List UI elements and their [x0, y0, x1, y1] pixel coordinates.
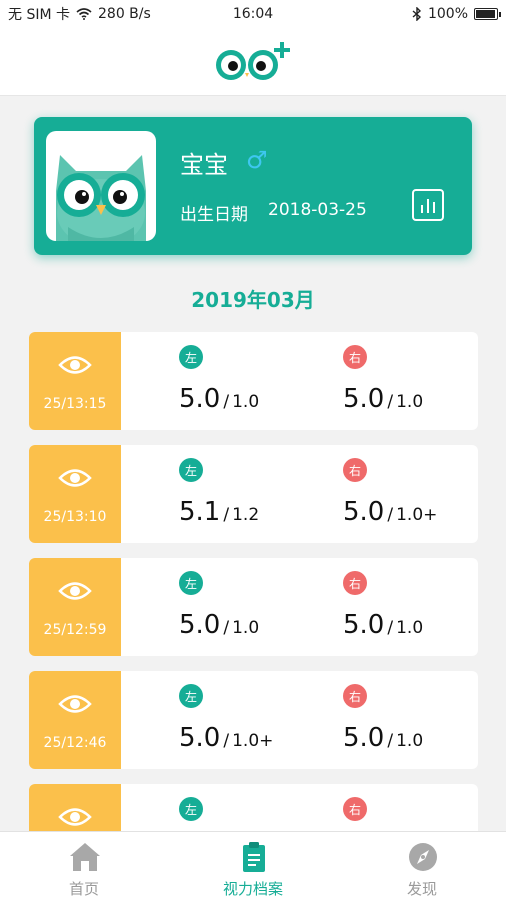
right-vision-decimal: 1.0	[396, 618, 424, 638]
eye-icon	[58, 356, 92, 374]
wifi-icon	[76, 8, 92, 20]
record-side-panel: 25/13:15	[29, 332, 121, 430]
vision-separator: /	[387, 618, 394, 638]
left-eye-badge: 左	[179, 571, 203, 595]
left-vision-main: 5.1	[179, 497, 221, 527]
app-logo-icon	[216, 41, 290, 80]
left-vision-decimal: 1.0+	[232, 731, 274, 751]
left-vision-main: 5.0	[179, 384, 221, 414]
eye-icon	[58, 469, 92, 487]
right-vision-main: 5.0	[343, 610, 385, 640]
profile-card[interactable]: 宝宝 ♂ 出生日期 2018-03-25	[34, 117, 472, 255]
left-eye-vision: 5.0/1.0+	[179, 723, 273, 753]
status-left: 无 SIM 卡 280 B/s	[8, 4, 151, 24]
record-time: 25/13:10	[43, 509, 107, 525]
right-vision-main: 5.0	[343, 384, 385, 414]
bluetooth-icon	[412, 7, 421, 21]
right-eye-badge: 右	[343, 797, 367, 821]
vision-separator: /	[387, 505, 394, 525]
male-gender-icon: ♂	[246, 146, 268, 174]
right-vision-decimal: 1.0+	[396, 505, 438, 525]
right-eye-badge: 右	[343, 345, 367, 369]
compass-icon	[409, 843, 437, 871]
right-eye-vision: 5.0/1.0	[343, 610, 423, 640]
status-bar: 无 SIM 卡 280 B/s 16:04 100%	[0, 0, 506, 28]
vision-separator: /	[223, 392, 230, 412]
chart-button[interactable]	[412, 189, 444, 221]
right-vision-decimal: 1.0	[396, 392, 424, 412]
left-eye-badge: 左	[179, 458, 203, 482]
left-eye-vision: 5.1/1.2	[179, 497, 259, 527]
eye-icon	[58, 582, 92, 600]
birth-date-value: 2018-03-25	[268, 200, 367, 220]
tab-vision-records[interactable]: 视力档案	[169, 832, 337, 900]
app-header	[0, 28, 506, 96]
right-eye-vision: 5.0/1.0	[343, 384, 423, 414]
chart-bar-icon	[427, 199, 429, 213]
record-time: 25/12:59	[43, 622, 107, 638]
record-side-panel: 25/12:59	[29, 558, 121, 656]
record-time: 25/12:46	[43, 735, 107, 751]
right-vision-decimal: 1.0	[396, 731, 424, 751]
tab-home[interactable]: 首页	[0, 832, 168, 900]
status-right: 100%	[412, 6, 501, 22]
network-speed: 280 B/s	[98, 6, 151, 22]
tab-home-label: 首页	[68, 880, 99, 898]
vision-separator: /	[387, 392, 394, 412]
month-title: 2019年03月	[191, 288, 315, 312]
birth-date-label: 出生日期	[180, 205, 248, 225]
eye-icon	[58, 808, 92, 826]
right-vision-main: 5.0	[343, 723, 385, 753]
home-icon	[70, 843, 100, 871]
profile-name: 宝宝	[180, 151, 228, 179]
record-side-panel: 25/13:10	[29, 445, 121, 543]
vision-separator: /	[387, 731, 394, 751]
battery-percent: 100%	[427, 6, 468, 22]
right-eye-badge: 右	[343, 571, 367, 595]
chart-bar-icon	[421, 205, 423, 213]
left-eye-badge: 左	[179, 684, 203, 708]
left-vision-decimal: 1.0	[232, 618, 260, 638]
eye-icon	[58, 695, 92, 713]
left-eye-badge: 左	[179, 797, 203, 821]
left-vision-decimal: 1.0	[232, 392, 260, 412]
record-item[interactable]: 25/13:10 左 右 5.1/1.2 5.0/1.0+	[29, 445, 478, 543]
left-vision-main: 5.0	[179, 723, 221, 753]
battery-icon	[474, 8, 501, 20]
clipboard-icon	[243, 842, 265, 872]
record-item[interactable]: 25/13:15 左 右 5.0/1.0 5.0/1.0	[29, 332, 478, 430]
carrier-text: 无 SIM 卡	[8, 7, 70, 23]
right-vision-main: 5.0	[343, 497, 385, 527]
left-vision-main: 5.0	[179, 610, 221, 640]
record-time: 25/13:15	[43, 396, 107, 412]
left-vision-decimal: 1.2	[232, 505, 260, 525]
tab-bar: 首页 视力档案 发现	[0, 831, 506, 900]
record-side-panel: 25/12:46	[29, 671, 121, 769]
battery-fill	[476, 10, 495, 18]
tab-vision-records-label: 视力档案	[222, 880, 283, 898]
vision-separator: /	[223, 731, 230, 751]
left-eye-badge: 左	[179, 345, 203, 369]
tab-discover[interactable]: 发现	[338, 832, 506, 900]
chart-bar-icon	[433, 202, 435, 213]
record-item[interactable]: 25/12:59 左 右 5.0/1.0 5.0/1.0	[29, 558, 478, 656]
vision-separator: /	[223, 618, 230, 638]
avatar	[46, 131, 156, 241]
record-item[interactable]: 25/12:46 左 右 5.0/1.0+ 5.0/1.0	[29, 671, 478, 769]
left-eye-vision: 5.0/1.0	[179, 384, 259, 414]
right-eye-badge: 右	[343, 684, 367, 708]
records-list: 25/13:15 左 右 5.0/1.0 5.0/1.0 25/13:10 左 …	[29, 332, 478, 897]
right-eye-vision: 5.0/1.0+	[343, 497, 437, 527]
tab-discover-label: 发现	[406, 880, 437, 898]
left-eye-vision: 5.0/1.0	[179, 610, 259, 640]
right-eye-badge: 右	[343, 458, 367, 482]
right-eye-vision: 5.0/1.0	[343, 723, 423, 753]
vision-separator: /	[223, 505, 230, 525]
owl-avatar-icon	[56, 155, 146, 241]
